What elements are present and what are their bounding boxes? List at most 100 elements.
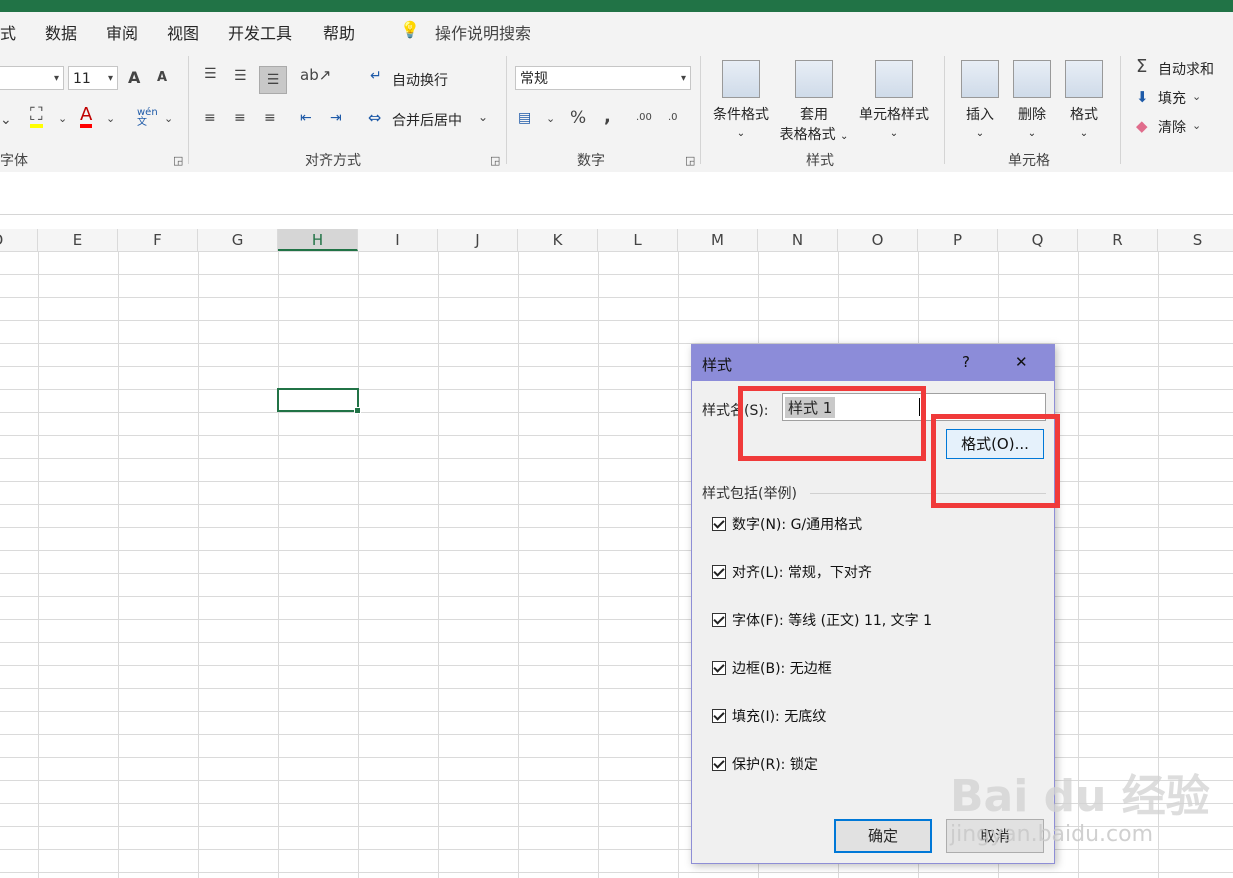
baidu-watermark-url: jingyan.baidu.com: [950, 822, 1154, 847]
column-header-g[interactable]: G: [198, 229, 278, 251]
column-header-i[interactable]: I: [358, 229, 438, 251]
format-as-table-button[interactable]: 套用 表格格式 ⌄: [776, 60, 852, 144]
align-right-icon[interactable]: ≡: [264, 110, 276, 126]
column-header-k[interactable]: K: [518, 229, 598, 251]
number-checkbox-label: 数字(N): G/通用格式: [732, 517, 863, 533]
align-top-icon[interactable]: ☰: [204, 66, 217, 82]
help-icon[interactable]: ?: [962, 353, 970, 371]
protection-checkbox[interactable]: 保护(R): 锁定: [712, 754, 818, 774]
column-header-p[interactable]: P: [918, 229, 998, 251]
lightbulb-icon[interactable]: 💡: [400, 20, 420, 39]
eraser-icon[interactable]: ◆: [1136, 117, 1148, 135]
column-header-m[interactable]: M: [678, 229, 758, 251]
fill-checkbox[interactable]: 填充(I): 无底纹: [712, 706, 826, 726]
delete-button[interactable]: 删除 ⌄: [1008, 60, 1056, 140]
align-middle-icon[interactable]: ☰: [234, 68, 247, 84]
cell-styles-button[interactable]: 单元格样式 ⌄: [852, 60, 936, 140]
merge-center-icon[interactable]: ⇔: [368, 108, 381, 127]
menu-tab-data[interactable]: 数据: [45, 20, 77, 44]
highlight-box-style-name: [738, 386, 926, 461]
border-dropdown-icon[interactable]: ⌄: [0, 112, 12, 128]
font-dialog-launcher-icon[interactable]: ◲: [173, 154, 183, 167]
menu-tab-format[interactable]: 式: [0, 20, 16, 44]
align-bottom-icon[interactable]: ☰: [259, 66, 287, 94]
fill-down-icon[interactable]: ⬇: [1136, 88, 1149, 106]
close-icon[interactable]: ✕: [1015, 353, 1028, 371]
highlight-box-format-button: [931, 414, 1060, 508]
font-size-combo[interactable]: 11 ▾: [68, 66, 118, 90]
column-header-s[interactable]: S: [1158, 229, 1233, 251]
fill-checkbox-label: 填充(I): 无底纹: [732, 709, 827, 725]
menu-tab-help[interactable]: 帮助: [323, 20, 355, 44]
comma-style-icon[interactable]: ,: [604, 106, 611, 127]
menu-tab-view[interactable]: 视图: [167, 20, 199, 44]
conditional-format-label: 条件格式: [713, 107, 769, 123]
column-header-f[interactable]: F: [118, 229, 198, 251]
menu-tab-developer[interactable]: 开发工具: [228, 20, 292, 44]
autosum-icon[interactable]: Σ: [1136, 56, 1147, 77]
font-color-dropdown-icon[interactable]: ⌄: [106, 112, 115, 125]
accounting-dropdown-icon[interactable]: ⌄: [546, 112, 555, 125]
font-name-combo[interactable]: ▾: [0, 66, 64, 90]
increase-indent-icon[interactable]: ⇥: [330, 110, 342, 126]
clear-button[interactable]: 清除: [1158, 117, 1186, 137]
tell-me-search[interactable]: 操作说明搜索: [435, 20, 531, 44]
wrap-text-button[interactable]: 自动换行: [392, 70, 448, 90]
ok-button[interactable]: 确定: [834, 819, 932, 853]
wrap-text-icon[interactable]: ↵: [370, 68, 382, 84]
checkbox-checked-icon[interactable]: [712, 757, 726, 771]
decrease-decimal-icon[interactable]: .0: [668, 112, 678, 123]
alignment-checkbox[interactable]: 对齐(L): 常规，下对齐: [712, 562, 872, 582]
grow-font-icon[interactable]: A: [128, 68, 140, 87]
align-dialog-launcher-icon[interactable]: ◲: [490, 154, 500, 167]
border-checkbox[interactable]: 边框(B): 无边框: [712, 658, 832, 678]
merge-center-button[interactable]: 合并后居中: [392, 110, 462, 130]
align-left-icon[interactable]: ≡: [204, 110, 216, 126]
column-header-n[interactable]: N: [758, 229, 838, 251]
checkbox-checked-icon[interactable]: [712, 613, 726, 627]
phonetic-icon[interactable]: wén 文: [137, 108, 158, 128]
accounting-format-icon[interactable]: ▤: [518, 110, 531, 126]
autosum-button[interactable]: 自动求和: [1158, 59, 1214, 79]
fill-dropdown-icon[interactable]: ⌄: [1192, 90, 1201, 103]
increase-decimal-icon[interactable]: .00: [636, 112, 652, 123]
style-includes-label: 样式包括(举例): [702, 486, 797, 502]
font-checkbox[interactable]: 字体(F): 等线 (正文) 11, 文字 1: [712, 610, 932, 630]
fill-color-dropdown-icon[interactable]: ⌄: [58, 112, 67, 125]
checkbox-checked-icon[interactable]: [712, 709, 726, 723]
merge-dropdown-icon[interactable]: ⌄: [478, 110, 488, 124]
menu-tab-review[interactable]: 审阅: [106, 20, 138, 44]
checkbox-checked-icon[interactable]: [712, 565, 726, 579]
column-header-e[interactable]: E: [38, 229, 118, 251]
checkbox-checked-icon[interactable]: [712, 517, 726, 531]
shrink-font-icon[interactable]: A: [157, 70, 167, 85]
column-header-d[interactable]: D: [0, 229, 38, 251]
fill-color-icon[interactable]: ⛶: [30, 106, 43, 128]
conditional-format-button[interactable]: 条件格式 ⌄: [708, 60, 774, 140]
column-header-o[interactable]: O: [838, 229, 918, 251]
clear-dropdown-icon[interactable]: ⌄: [1192, 119, 1201, 132]
percent-icon[interactable]: %: [570, 108, 586, 128]
column-header-l[interactable]: L: [598, 229, 678, 251]
conditional-format-icon: [722, 60, 760, 98]
fill-button[interactable]: 填充: [1158, 88, 1186, 108]
selected-cell[interactable]: [277, 388, 361, 414]
number-dialog-launcher-icon[interactable]: ◲: [685, 154, 695, 167]
number-checkbox[interactable]: 数字(N): G/通用格式: [712, 514, 862, 534]
dialog-title-bar[interactable]: 样式 ? ✕: [692, 345, 1054, 381]
column-header-q[interactable]: Q: [998, 229, 1078, 251]
checkbox-checked-icon[interactable]: [712, 661, 726, 675]
formula-bar[interactable]: [0, 172, 1233, 215]
column-header-j[interactable]: J: [438, 229, 518, 251]
decrease-indent-icon[interactable]: ⇤: [300, 110, 312, 126]
column-header-r[interactable]: R: [1078, 229, 1158, 251]
align-center-icon[interactable]: ≡: [234, 110, 246, 126]
number-format-combo[interactable]: 常规 ▾: [515, 66, 691, 90]
orientation-icon[interactable]: ab↗: [300, 66, 331, 84]
format-button[interactable]: 格式 ⌄: [1060, 60, 1108, 140]
insert-button[interactable]: 插入 ⌄: [956, 60, 1004, 140]
font-color-icon[interactable]: A: [80, 106, 93, 128]
column-header-h[interactable]: H: [278, 229, 358, 251]
align-group-label: 对齐方式: [305, 153, 361, 169]
phonetic-dropdown-icon[interactable]: ⌄: [164, 112, 173, 125]
